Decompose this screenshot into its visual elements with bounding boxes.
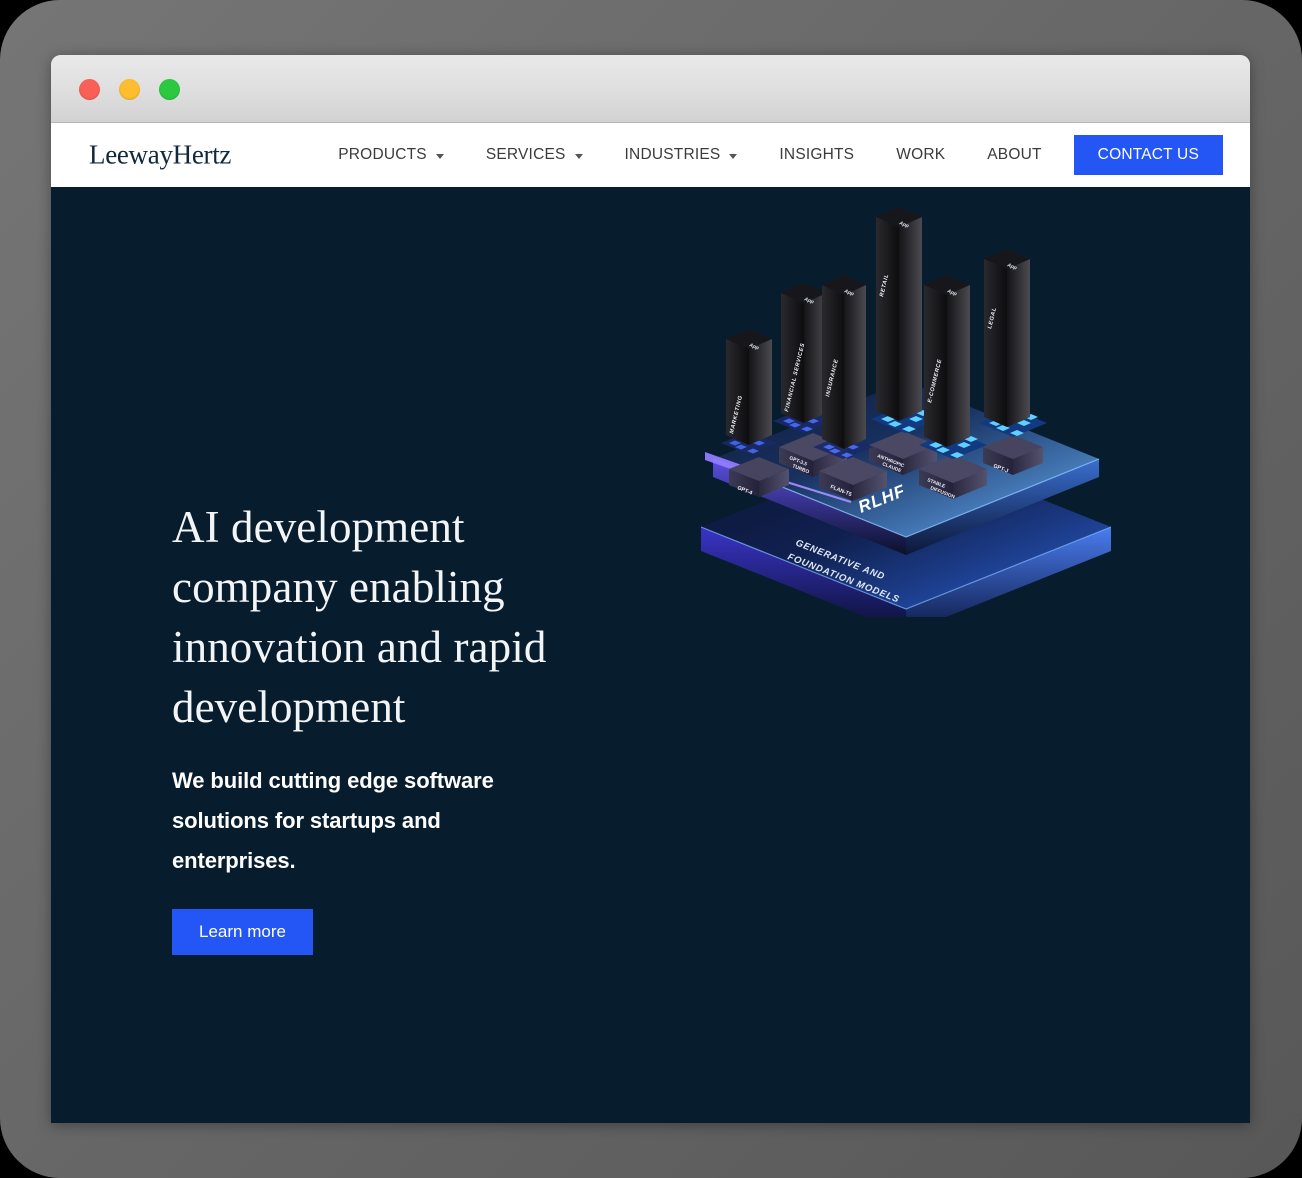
learn-more-button[interactable]: Learn more: [172, 909, 313, 955]
chevron-down-icon: [575, 154, 583, 159]
nav-item-work[interactable]: WORK: [875, 123, 966, 187]
nav-item-insights[interactable]: INSIGHTS: [758, 123, 875, 187]
browser-title-bar: [51, 55, 1250, 123]
nav-item-services[interactable]: SERVICES: [465, 123, 604, 187]
nav-item-label: INDUSTRIES: [625, 147, 721, 163]
pillar-e-commerce: E-COMMERCE App: [924, 275, 970, 447]
maximize-window-button[interactable]: [159, 79, 180, 100]
pillar-legal: LEGAL App: [984, 249, 1030, 427]
nav-item-label: ABOUT: [987, 147, 1041, 163]
brand-logo[interactable]: LeewayHertz: [89, 140, 231, 171]
main-navigation: PRODUCTS SERVICES INDUSTRIES INSIGHTS WO…: [317, 123, 1250, 187]
generative-ai-stack-icon: GENERATIVE AND FOUNDATION MODELS RLHF: [691, 197, 1121, 617]
chevron-down-icon: [729, 154, 737, 159]
chevron-down-icon: [436, 154, 444, 159]
page-title: AI development company enabling innovati…: [172, 497, 602, 737]
browser-window: LeewayHertz PRODUCTS SERVICES INDUSTRIES…: [51, 55, 1250, 1123]
pillar-insurance: INSURANCE App: [822, 275, 866, 449]
minimize-window-button[interactable]: [119, 79, 140, 100]
nav-item-label: WORK: [896, 147, 945, 163]
nav-item-label: PRODUCTS: [338, 147, 427, 163]
nav-item-label: SERVICES: [486, 147, 566, 163]
pillar-marketing: MARKETING App: [726, 329, 772, 445]
hero-copy: AI development company enabling innovati…: [172, 497, 602, 955]
nav-item-about[interactable]: ABOUT: [966, 123, 1062, 187]
close-window-button[interactable]: [79, 79, 100, 100]
window-controls: [79, 79, 180, 100]
nav-item-products[interactable]: PRODUCTS: [317, 123, 465, 187]
site-header: LeewayHertz PRODUCTS SERVICES INDUSTRIES…: [51, 123, 1250, 187]
pillar-retail: RETAIL App: [876, 207, 922, 421]
nav-item-label: INSIGHTS: [779, 147, 854, 163]
contact-us-button[interactable]: CONTACT US: [1074, 135, 1223, 175]
hero-illustration: GENERATIVE AND FOUNDATION MODELS RLHF: [691, 197, 1121, 617]
hero-subtitle: We build cutting edge software solutions…: [172, 761, 567, 881]
hero-section: AI development company enabling innovati…: [51, 187, 1250, 1123]
nav-item-industries[interactable]: INDUSTRIES: [604, 123, 759, 187]
pillar-financial-services: FINANCIAL SERVICES App: [781, 283, 827, 423]
